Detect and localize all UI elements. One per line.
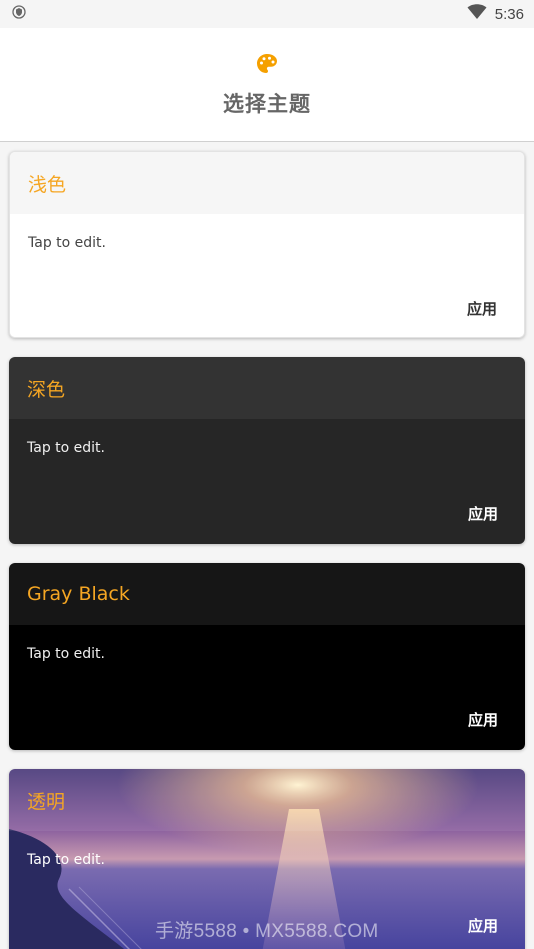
theme-body[interactable]: Tap to edit. 应用	[9, 419, 525, 544]
shield-icon	[12, 5, 26, 23]
theme-title: 透明	[9, 769, 525, 831]
status-bar: 5:36	[0, 0, 534, 28]
status-left	[12, 5, 26, 23]
theme-body[interactable]: Tap to edit. 应用	[10, 214, 524, 337]
theme-preview-text: Tap to edit.	[27, 852, 105, 868]
theme-card-light[interactable]: 浅色 Tap to edit. 应用	[9, 151, 525, 338]
theme-preview-text: Tap to edit.	[28, 235, 106, 251]
wifi-icon	[467, 4, 487, 24]
theme-body[interactable]: Tap to edit. 应用	[9, 625, 525, 750]
status-time: 5:36	[494, 5, 524, 23]
theme-list: 浅色 Tap to edit. 应用 深色 Tap to edit. 应用 Gr…	[0, 142, 534, 949]
theme-title: Gray Black	[9, 563, 525, 625]
theme-card-gray-black[interactable]: Gray Black Tap to edit. 应用	[9, 563, 525, 750]
theme-card-dark[interactable]: 深色 Tap to edit. 应用	[9, 357, 525, 544]
apply-button[interactable]: 应用	[468, 709, 498, 730]
page-header: 选择主题	[0, 28, 534, 142]
theme-preview-text: Tap to edit.	[27, 646, 105, 662]
status-right: 5:36	[467, 4, 524, 24]
apply-button[interactable]: 应用	[468, 915, 498, 936]
watermark: 手游5588 • MX5588.COM	[155, 921, 379, 942]
apply-button[interactable]: 应用	[468, 503, 498, 524]
apply-button[interactable]: 应用	[467, 298, 497, 319]
theme-title: 浅色	[10, 152, 524, 214]
theme-title: 深色	[9, 357, 525, 419]
theme-preview-text: Tap to edit.	[27, 440, 105, 456]
palette-icon	[255, 52, 279, 80]
page-title: 选择主题	[223, 91, 311, 116]
